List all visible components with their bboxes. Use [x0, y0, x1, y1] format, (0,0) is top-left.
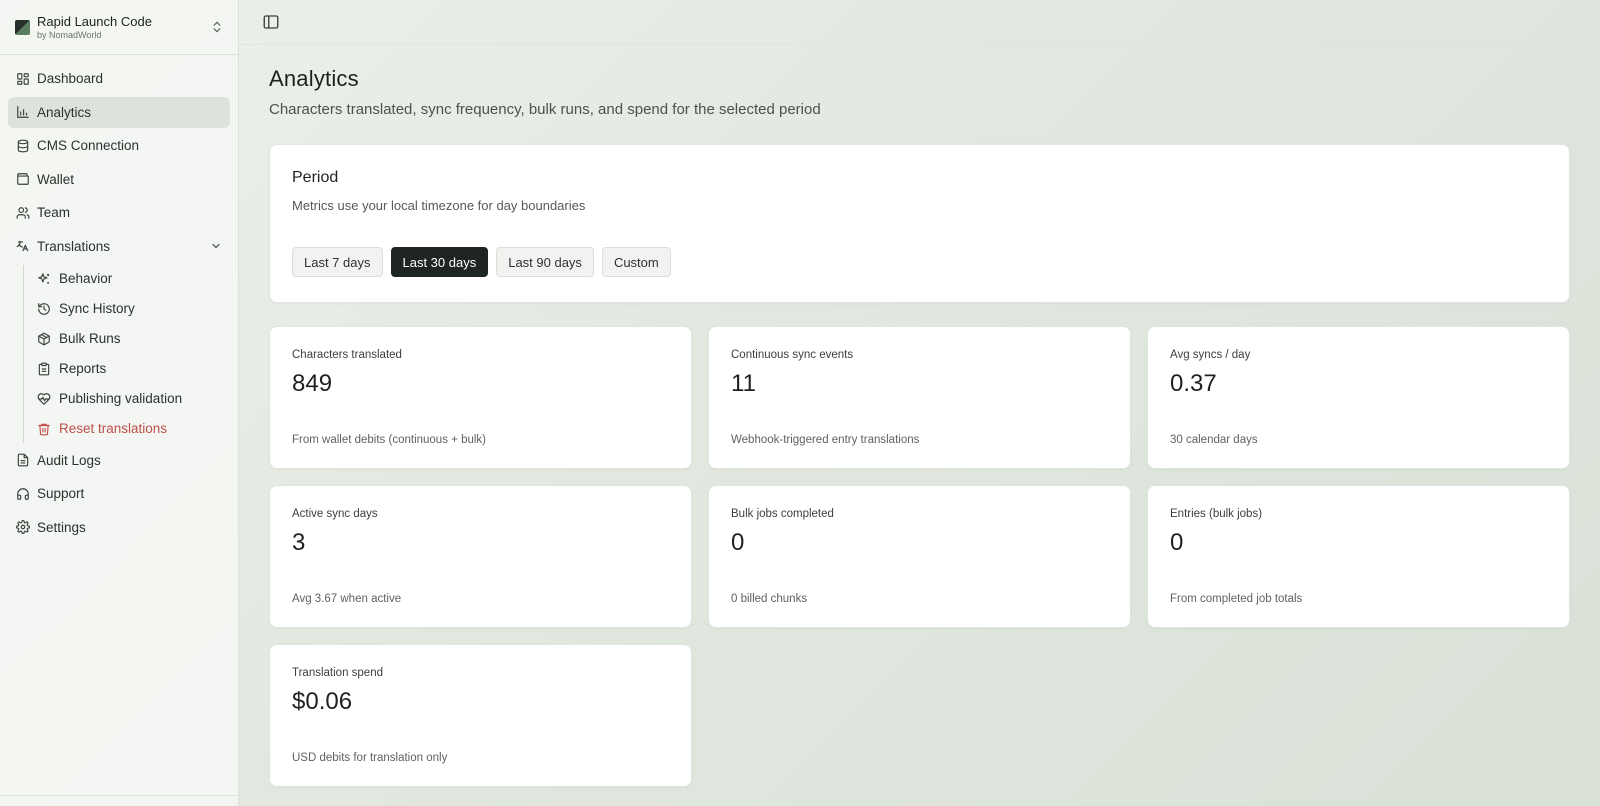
stat-value: 849: [292, 370, 333, 397]
clipboard-icon: [38, 362, 50, 375]
wallet-icon: [17, 173, 29, 186]
brand-logo: [15, 19, 30, 35]
database-icon: [17, 139, 29, 153]
dashboard-icon: [17, 72, 29, 85]
heart-pulse-icon: [37, 392, 51, 405]
stat-note: From completed job totals: [1170, 593, 1303, 605]
period-title: Period: [292, 169, 339, 186]
sidebar-item-label: Behavior: [59, 271, 113, 287]
sidebar-item-analytics[interactable]: Analytics: [8, 96, 230, 128]
trash-icon: [38, 423, 50, 435]
period-description: Metrics use your local timezone for day …: [292, 198, 586, 213]
stat-card-continuous-sync-events: Continuous sync events 11 Webhook-trigge…: [708, 326, 1131, 469]
stat-label: Active sync days: [292, 508, 378, 520]
bar-chart-icon: [17, 106, 29, 118]
sidebar-item-behavior[interactable]: Behavior: [24, 265, 238, 293]
stat-card-entries-bulk-jobs: Entries (bulk jobs) 0 From completed job…: [1147, 485, 1570, 628]
stat-value: 3: [292, 529, 306, 556]
page-subtitle: Characters translated, sync frequency, b…: [269, 101, 821, 118]
stat-note: 0 billed chunks: [731, 593, 808, 605]
sidebar-item-settings[interactable]: Settings: [8, 512, 230, 543]
period-option-last-90-days[interactable]: Last 90 days: [496, 247, 594, 277]
sidebar-item-sync-history[interactable]: Sync History: [24, 295, 238, 323]
users-icon: [16, 207, 30, 219]
brand-name: Rapid Launch Code: [37, 13, 152, 29]
package-icon: [38, 332, 50, 345]
stat-value: 11: [731, 370, 756, 397]
stat-label: Translation spend: [292, 667, 383, 679]
sidebar-toggle-icon[interactable]: [262, 13, 280, 31]
workspace-switcher[interactable]: Rapid Launch Code by NomadWorld: [0, 0, 238, 55]
chevron-down-icon: [212, 244, 220, 249]
sidebar-item-bulk-runs[interactable]: Bulk Runs: [24, 325, 238, 353]
page-title: Analytics: [269, 66, 359, 91]
stat-value: $0.06: [292, 688, 353, 715]
history-icon: [38, 302, 50, 315]
sidebar-item-label: Translations: [37, 238, 111, 254]
stat-note: Webhook-triggered entry translations: [731, 434, 920, 446]
sidebar-item-reset-translations[interactable]: Reset translations: [24, 415, 238, 443]
period-option-custom[interactable]: Custom: [601, 247, 671, 277]
stat-card-avg-syncs-per-day: Avg syncs / day 0.37 30 calendar days: [1147, 326, 1570, 469]
stat-card-active-sync-days: Active sync days 3 Avg 3.67 when active: [269, 485, 692, 628]
sidebar-footer-divider: [0, 795, 238, 796]
sidebar: Rapid Launch Code by NomadWorld Dashboar…: [0, 0, 239, 806]
headset-icon: [17, 487, 29, 500]
sidebar-item-label: Team: [37, 205, 71, 221]
sidebar-item-label: Publishing validation: [59, 391, 183, 407]
translations-subnav: Behavior Sync History Bulk Runs Reports …: [23, 264, 238, 443]
sidebar-item-audit-logs[interactable]: Audit Logs: [8, 445, 230, 476]
sparkles-icon: [38, 272, 50, 284]
stat-value: 0: [731, 529, 745, 556]
sidebar-item-label: Dashboard: [37, 71, 104, 86]
stat-value: 0.37: [1170, 370, 1217, 397]
stat-note: USD debits for translation only: [292, 752, 448, 764]
sidebar-item-translations[interactable]: Translations: [8, 231, 230, 262]
stat-note: From wallet debits (continuous + bulk): [292, 434, 486, 446]
sidebar-item-publishing-validation[interactable]: Publishing validation: [24, 385, 238, 413]
sidebar-item-team[interactable]: Team: [8, 197, 230, 228]
translate-icon: [16, 241, 29, 252]
period-selector: Last 7 days Last 30 days Last 90 days Cu…: [292, 247, 1547, 277]
stat-label: Bulk jobs completed: [731, 508, 834, 520]
sidebar-item-label: Support: [37, 486, 85, 502]
sidebar-item-dashboard[interactable]: Dashboard: [8, 63, 230, 94]
stat-label: Characters translated: [292, 349, 402, 361]
period-option-last-30-days[interactable]: Last 30 days: [390, 247, 489, 277]
period-card: Period Metrics use your local timezone f…: [269, 144, 1570, 303]
sidebar-item-label: Sync History: [59, 301, 135, 317]
sidebar-item-label: Bulk Runs: [59, 331, 121, 347]
gear-icon: [16, 520, 30, 535]
stat-note: 30 calendar days: [1170, 434, 1258, 446]
stat-value: 0: [1170, 529, 1184, 556]
brand-sub: by NomadWorld: [37, 29, 102, 40]
main-content: Analytics Characters translated, sync fr…: [269, 66, 1570, 787]
stat-label: Continuous sync events: [731, 349, 854, 361]
sidebar-item-label: Wallet: [37, 171, 75, 187]
file-icon: [17, 453, 29, 467]
sidebar-item-label: Audit Logs: [37, 452, 101, 468]
stat-card-bulk-jobs-completed: Bulk jobs completed 0 0 billed chunks: [708, 485, 1131, 628]
stat-label: Entries (bulk jobs): [1170, 508, 1263, 520]
sidebar-item-label: Reports: [59, 361, 107, 377]
sidebar-item-cms-connection[interactable]: CMS Connection: [8, 130, 230, 161]
stat-card-translation-spend: Translation spend $0.06 USD debits for t…: [269, 644, 692, 787]
sidebar-item-label: Analytics: [37, 104, 92, 120]
topbar: [239, 0, 1600, 45]
sidebar-item-label: CMS Connection: [37, 138, 140, 154]
sidebar-item-label: Settings: [37, 519, 86, 535]
period-option-last-7-days[interactable]: Last 7 days: [292, 247, 383, 277]
stat-note: Avg 3.67 when active: [292, 593, 402, 605]
chevrons-up-down-icon: [213, 21, 221, 33]
sidebar-item-support[interactable]: Support: [8, 478, 230, 509]
stat-card-characters-translated: Characters translated 849 From wallet de…: [269, 326, 692, 469]
stat-label: Avg syncs / day: [1170, 349, 1251, 361]
sidebar-item-label: Reset translations: [59, 421, 168, 437]
sidebar-item-reports[interactable]: Reports: [24, 355, 238, 383]
sidebar-nav: Dashboard Analytics CMS Connection Walle…: [0, 55, 238, 543]
sidebar-item-wallet[interactable]: Wallet: [8, 164, 230, 195]
